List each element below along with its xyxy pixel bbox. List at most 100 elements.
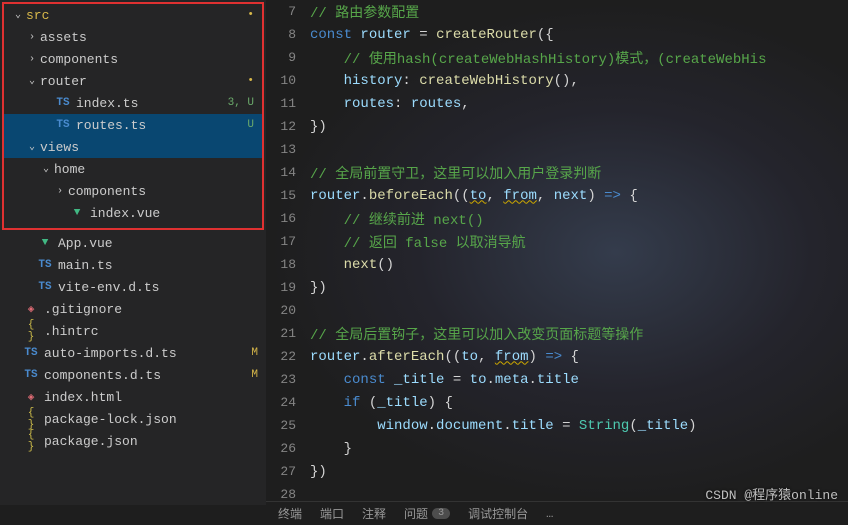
file-vite-env.d.ts[interactable]: TS vite-env.d.ts [0, 276, 266, 298]
code-content: history: createWebHistory(), [310, 73, 848, 89]
code-line[interactable]: 17 // 返回 false 以取消导航 [266, 230, 848, 253]
tab-more[interactable]: … [546, 507, 553, 521]
file-package-lock.json[interactable]: { } package-lock.json [0, 408, 266, 430]
chevron-down-icon: ⌄ [10, 9, 26, 21]
code-line[interactable]: 24 if (_title) { [266, 391, 848, 414]
modified-dot-icon: • [247, 75, 254, 87]
line-number: 27 [266, 464, 310, 479]
file-label: .hintrc [44, 324, 258, 339]
folder-label: views [40, 140, 254, 155]
code-line[interactable]: 15router.beforeEach((to, from, next) => … [266, 184, 848, 207]
line-number: 22 [266, 349, 310, 364]
folder-label: assets [40, 30, 254, 45]
line-number: 9 [266, 50, 310, 65]
file-main.ts[interactable]: TS main.ts [0, 254, 266, 276]
code-content: }) [310, 119, 848, 135]
file-index.vue[interactable]: ▼index.vue [4, 202, 262, 224]
code-line[interactable]: 23 const _title = to.meta.title [266, 368, 848, 391]
line-number: 25 [266, 418, 310, 433]
code-content: // 全局前置守卫，这里可以加入用户登录判断 [310, 163, 848, 183]
code-line[interactable]: 14// 全局前置守卫，这里可以加入用户登录判断 [266, 161, 848, 184]
tab-port[interactable]: 端口 [320, 505, 344, 522]
code-line[interactable]: 10 history: createWebHistory(), [266, 69, 848, 92]
code-content: window.document.title = String(_title) [310, 418, 848, 434]
code-line[interactable]: 20 [266, 299, 848, 322]
code-line[interactable]: 7// 路由参数配置 [266, 0, 848, 23]
json-icon: { } [22, 407, 40, 431]
file-label: index.html [44, 390, 258, 405]
file-label: package-lock.json [44, 412, 258, 427]
file-auto-imports.d.ts[interactable]: TSauto-imports.d.tsM [0, 342, 266, 364]
git-status: M [251, 347, 258, 359]
code-editor[interactable]: 7// 路由参数配置8const router = createRouter({… [266, 0, 848, 505]
tab-comment[interactable]: 注释 [362, 505, 386, 522]
code-content: // 返回 false 以取消导航 [310, 232, 848, 252]
code-line[interactable]: 16 // 继续前进 next() [266, 207, 848, 230]
tab-terminal[interactable]: 终端 [278, 505, 302, 522]
file-label: main.ts [58, 258, 258, 273]
file-App.vue[interactable]: ▼App.vue [0, 232, 266, 254]
line-number: 19 [266, 280, 310, 295]
code-content: }) [310, 280, 848, 296]
file-label: routes.ts [76, 118, 247, 133]
file-label: index.vue [90, 206, 254, 221]
code-line[interactable]: 19}) [266, 276, 848, 299]
line-number: 14 [266, 165, 310, 180]
folder-label: src [26, 8, 247, 23]
typescript-icon: TS [54, 97, 72, 109]
typescript-icon: TS [36, 281, 54, 293]
code-content: // 使用hash(createWebHashHistory)模式，(creat… [310, 48, 848, 68]
code-content: // 继续前进 next() [310, 209, 848, 229]
code-line[interactable]: 9 // 使用hash(createWebHashHistory)模式，(cre… [266, 46, 848, 69]
typescript-icon: TS [36, 259, 54, 271]
file-label: App.vue [58, 236, 258, 251]
modified-dot-icon: • [247, 9, 254, 21]
code-content: // 路由参数配置 [310, 2, 848, 22]
code-content: if (_title) { [310, 395, 848, 411]
folder-components[interactable]: ›components [4, 48, 262, 70]
folder-components[interactable]: ›components [4, 180, 262, 202]
folder-views[interactable]: ⌄views [4, 136, 262, 158]
folder-src[interactable]: ⌄src• [4, 4, 262, 26]
file-routes.ts[interactable]: TSroutes.tsU [4, 114, 262, 136]
folder-home[interactable]: ⌄home [4, 158, 262, 180]
code-line[interactable]: 11 routes: routes, [266, 92, 848, 115]
file-index.html[interactable]: ◈index.html [0, 386, 266, 408]
code-line[interactable]: 22router.afterEach((to, from) => { [266, 345, 848, 368]
watermark: CSDN @程序猿online [705, 484, 838, 503]
code-line[interactable]: 8const router = createRouter({ [266, 23, 848, 46]
code-line[interactable]: 26 } [266, 437, 848, 460]
file-.hintrc[interactable]: { } .hintrc [0, 320, 266, 342]
code-line[interactable]: 13 [266, 138, 848, 161]
line-number: 11 [266, 96, 310, 111]
chevron-down-icon: ⌄ [24, 75, 40, 87]
file-package.json[interactable]: { }package.json [0, 430, 266, 452]
file-index.ts[interactable]: TSindex.ts3, U [4, 92, 262, 114]
code-content: router.beforeEach((to, from, next) => { [310, 188, 848, 204]
file-components.d.ts[interactable]: TScomponents.d.tsM [0, 364, 266, 386]
folder-label: components [68, 184, 254, 199]
folder-label: components [40, 52, 254, 67]
code-line[interactable]: 25 window.document.title = String(_title… [266, 414, 848, 437]
line-number: 28 [266, 487, 310, 502]
code-line[interactable]: 18 next() [266, 253, 848, 276]
tab-debug-console[interactable]: 调试控制台 [468, 505, 528, 522]
json-icon: { } [22, 319, 40, 343]
file-label: vite-env.d.ts [58, 280, 258, 295]
line-number: 26 [266, 441, 310, 456]
folder-router[interactable]: ⌄router• [4, 70, 262, 92]
folder-assets[interactable]: ›assets [4, 26, 262, 48]
code-content: }) [310, 464, 848, 480]
line-number: 15 [266, 188, 310, 203]
chevron-right-icon: › [52, 186, 68, 197]
file-explorer[interactable]: ⌄src•›assets›components⌄router•TSindex.t… [0, 0, 266, 505]
code-content: const _title = to.meta.title [310, 372, 848, 388]
code-line[interactable]: 12}) [266, 115, 848, 138]
line-number: 21 [266, 326, 310, 341]
chevron-right-icon: › [24, 32, 40, 43]
file-.gitignore[interactable]: ◈.gitignore [0, 298, 266, 320]
tab-problems[interactable]: 问题 3 [404, 505, 450, 522]
code-line[interactable]: 21// 全局后置钩子，这里可以加入改变页面标题等操作 [266, 322, 848, 345]
git-status: U [247, 119, 254, 131]
code-line[interactable]: 27}) [266, 460, 848, 483]
